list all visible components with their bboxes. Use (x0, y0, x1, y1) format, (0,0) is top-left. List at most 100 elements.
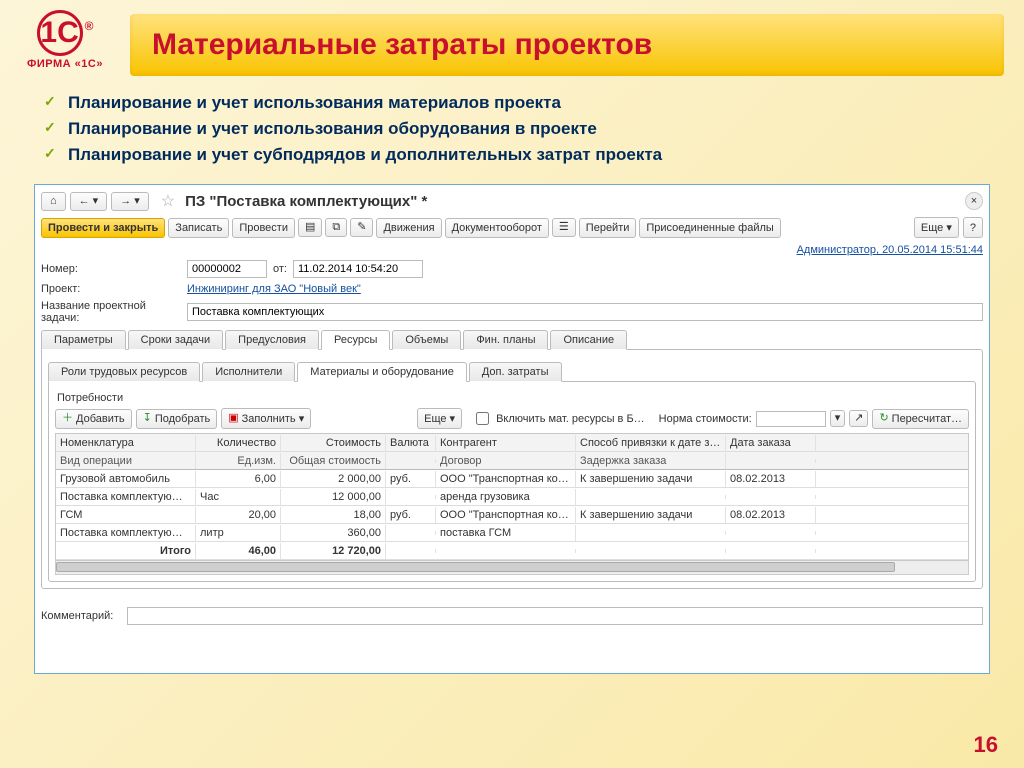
col-unit: Ед.изм. (196, 453, 281, 469)
add-button[interactable]: ＋Добавить (55, 409, 132, 429)
recalc-icon: ↻ (879, 413, 888, 424)
forward-button[interactable]: →▾ (111, 192, 149, 211)
fill-icon: ▣ (228, 413, 238, 424)
norm-input[interactable] (756, 411, 826, 427)
section-label: Потребности (57, 392, 969, 404)
subtab-materials[interactable]: Материалы и оборудование (297, 362, 467, 382)
chevron-down-icon: ▾ (134, 196, 140, 207)
subtab-extra[interactable]: Доп. затраты (469, 362, 562, 382)
taskname-input[interactable] (187, 303, 983, 321)
save-button[interactable]: Записать (168, 218, 229, 238)
col-orderdate: Дата заказа (726, 435, 816, 451)
tab-parameters[interactable]: Параметры (41, 330, 126, 350)
materials-grid[interactable]: Номенклатура Количество Стоимость Валюта… (55, 433, 969, 561)
logo-circle: 1С (37, 10, 83, 56)
more-button[interactable]: Еще ▾ (914, 217, 959, 238)
col-cost: Стоимость (281, 435, 386, 451)
title-bar: Материальные затраты проектов (130, 14, 1004, 76)
back-button[interactable]: ←▾ (70, 192, 108, 211)
project-link[interactable]: Инжиниринг для ЗАО "Новый век" (187, 283, 361, 295)
forward-icon: → (120, 196, 131, 207)
number-input[interactable] (187, 260, 267, 278)
slide-title: Материальные затраты проектов (152, 28, 652, 62)
chevron-down-icon: ▾ (835, 413, 841, 424)
scrollbar-thumb[interactable] (56, 562, 895, 572)
project-label: Проект: (41, 283, 181, 295)
col-qty: Количество (196, 435, 281, 451)
col-operation: Вид операции (56, 453, 196, 469)
tab-description[interactable]: Описание (550, 330, 627, 350)
date-input[interactable] (293, 260, 423, 278)
tab-volumes[interactable]: Объемы (392, 330, 461, 350)
close-button[interactable]: × (965, 192, 983, 210)
subtab-performers[interactable]: Исполнители (202, 362, 295, 382)
logo: 1С® ФИРМА «1С» (10, 10, 120, 70)
col-currency: Валюта (386, 435, 436, 451)
audit-link[interactable]: Администратор, 20.05.2014 15:51:44 (797, 244, 983, 256)
include-label: Включить мат. ресурсы в Б… (496, 413, 645, 425)
logo-sub: ФИРМА «1С» (10, 58, 120, 70)
more2-button[interactable]: Еще ▾ (417, 408, 462, 429)
help-button[interactable]: ? (963, 217, 983, 238)
logo-main: 1С® (10, 10, 120, 56)
norm-dropdown[interactable]: ▾ (830, 410, 846, 427)
arrow-icon: ↧ (143, 413, 152, 424)
structure-icon: ⧉ (332, 222, 340, 233)
plus-icon: ＋ (62, 413, 73, 424)
main-tabs: Параметры Сроки задачи Предусловия Ресур… (41, 330, 983, 350)
bullet-item: Планирование и учет использования оборуд… (44, 116, 990, 142)
include-checkbox[interactable] (476, 412, 489, 425)
app-screenshot: ⌂ ←▾ →▾ ☆ ПЗ "Поставка комплектующих" * … (34, 184, 990, 674)
table-row[interactable]: Грузовой автомобиль 6,00 2 000,00 руб. О… (56, 470, 968, 488)
pencil-icon: ✎ (357, 222, 366, 233)
favorite-star-icon[interactable]: ☆ (161, 191, 175, 211)
table-total-row: Итого 46,00 12 720,00 (56, 542, 968, 560)
report-icon-button[interactable]: ▤ (298, 218, 322, 237)
tab-preconditions[interactable]: Предусловия (225, 330, 319, 350)
docflow-button[interactable]: Документооборот (445, 218, 549, 238)
col-delay: Задержка заказа (576, 453, 726, 469)
fill-button[interactable]: ▣Заполнить ▾ (221, 408, 311, 429)
page-number: 16 (974, 732, 998, 758)
col-contract: Договор (436, 453, 576, 469)
document-title: ПЗ "Поставка комплектующих" * (185, 193, 427, 210)
comment-input[interactable] (127, 607, 983, 625)
tab-finplans[interactable]: Фин. планы (463, 330, 548, 350)
home-icon: ⌂ (50, 196, 57, 207)
number-label: Номер: (41, 263, 181, 275)
back-icon: ← (79, 196, 90, 207)
pick-button[interactable]: ↧Подобрать (136, 409, 218, 429)
edit-icon-button[interactable]: ✎ (350, 218, 373, 237)
home-button[interactable]: ⌂ (41, 192, 66, 211)
norm-label: Норма стоимости: (659, 413, 752, 425)
subtab-roles[interactable]: Роли трудовых ресурсов (48, 362, 200, 382)
bullet-item: Планирование и учет использования матери… (44, 90, 990, 116)
movements-button[interactable]: Движения (376, 218, 441, 238)
taskname-label: Название проектной задачи: (41, 300, 181, 324)
col-counterparty: Контрагент (436, 435, 576, 451)
norm-open[interactable]: ↗ (849, 410, 868, 427)
report-icon: ▤ (305, 222, 315, 233)
sub-tabs: Роли трудовых ресурсов Исполнители Матер… (48, 362, 976, 382)
attachments-button[interactable]: Присоединенные файлы (639, 218, 780, 238)
table-row[interactable]: ГСМ 20,00 18,00 руб. ООО "Транспортная к… (56, 506, 968, 524)
horizontal-scrollbar[interactable] (55, 561, 969, 575)
date-label: от: (273, 263, 287, 275)
table-row[interactable]: Поставка комплектующи… Час 12 000,00 аре… (56, 488, 968, 506)
list-icon-button[interactable]: ☰ (552, 218, 576, 237)
open-icon: ↗ (854, 413, 863, 424)
post-button[interactable]: Провести (232, 218, 295, 238)
col-binding: Способ привязки к дате заказа (576, 435, 726, 451)
goto-button[interactable]: Перейти (579, 218, 637, 238)
structure-icon-button[interactable]: ⧉ (325, 218, 347, 237)
bullets: Планирование и учет использования матери… (34, 90, 990, 168)
table-row[interactable]: Поставка комплектующи… литр 360,00 поста… (56, 524, 968, 542)
tab-deadlines[interactable]: Сроки задачи (128, 330, 224, 350)
list-icon: ☰ (559, 222, 569, 233)
comment-label: Комментарий: (41, 610, 121, 622)
tab-resources[interactable]: Ресурсы (321, 330, 390, 350)
bullet-item: Планирование и учет субподрядов и дополн… (44, 142, 990, 168)
recalc-button[interactable]: ↻Пересчитат… (872, 409, 969, 429)
col-totalcost: Общая стоимость (281, 453, 386, 469)
post-and-close-button[interactable]: Провести и закрыть (41, 218, 165, 238)
